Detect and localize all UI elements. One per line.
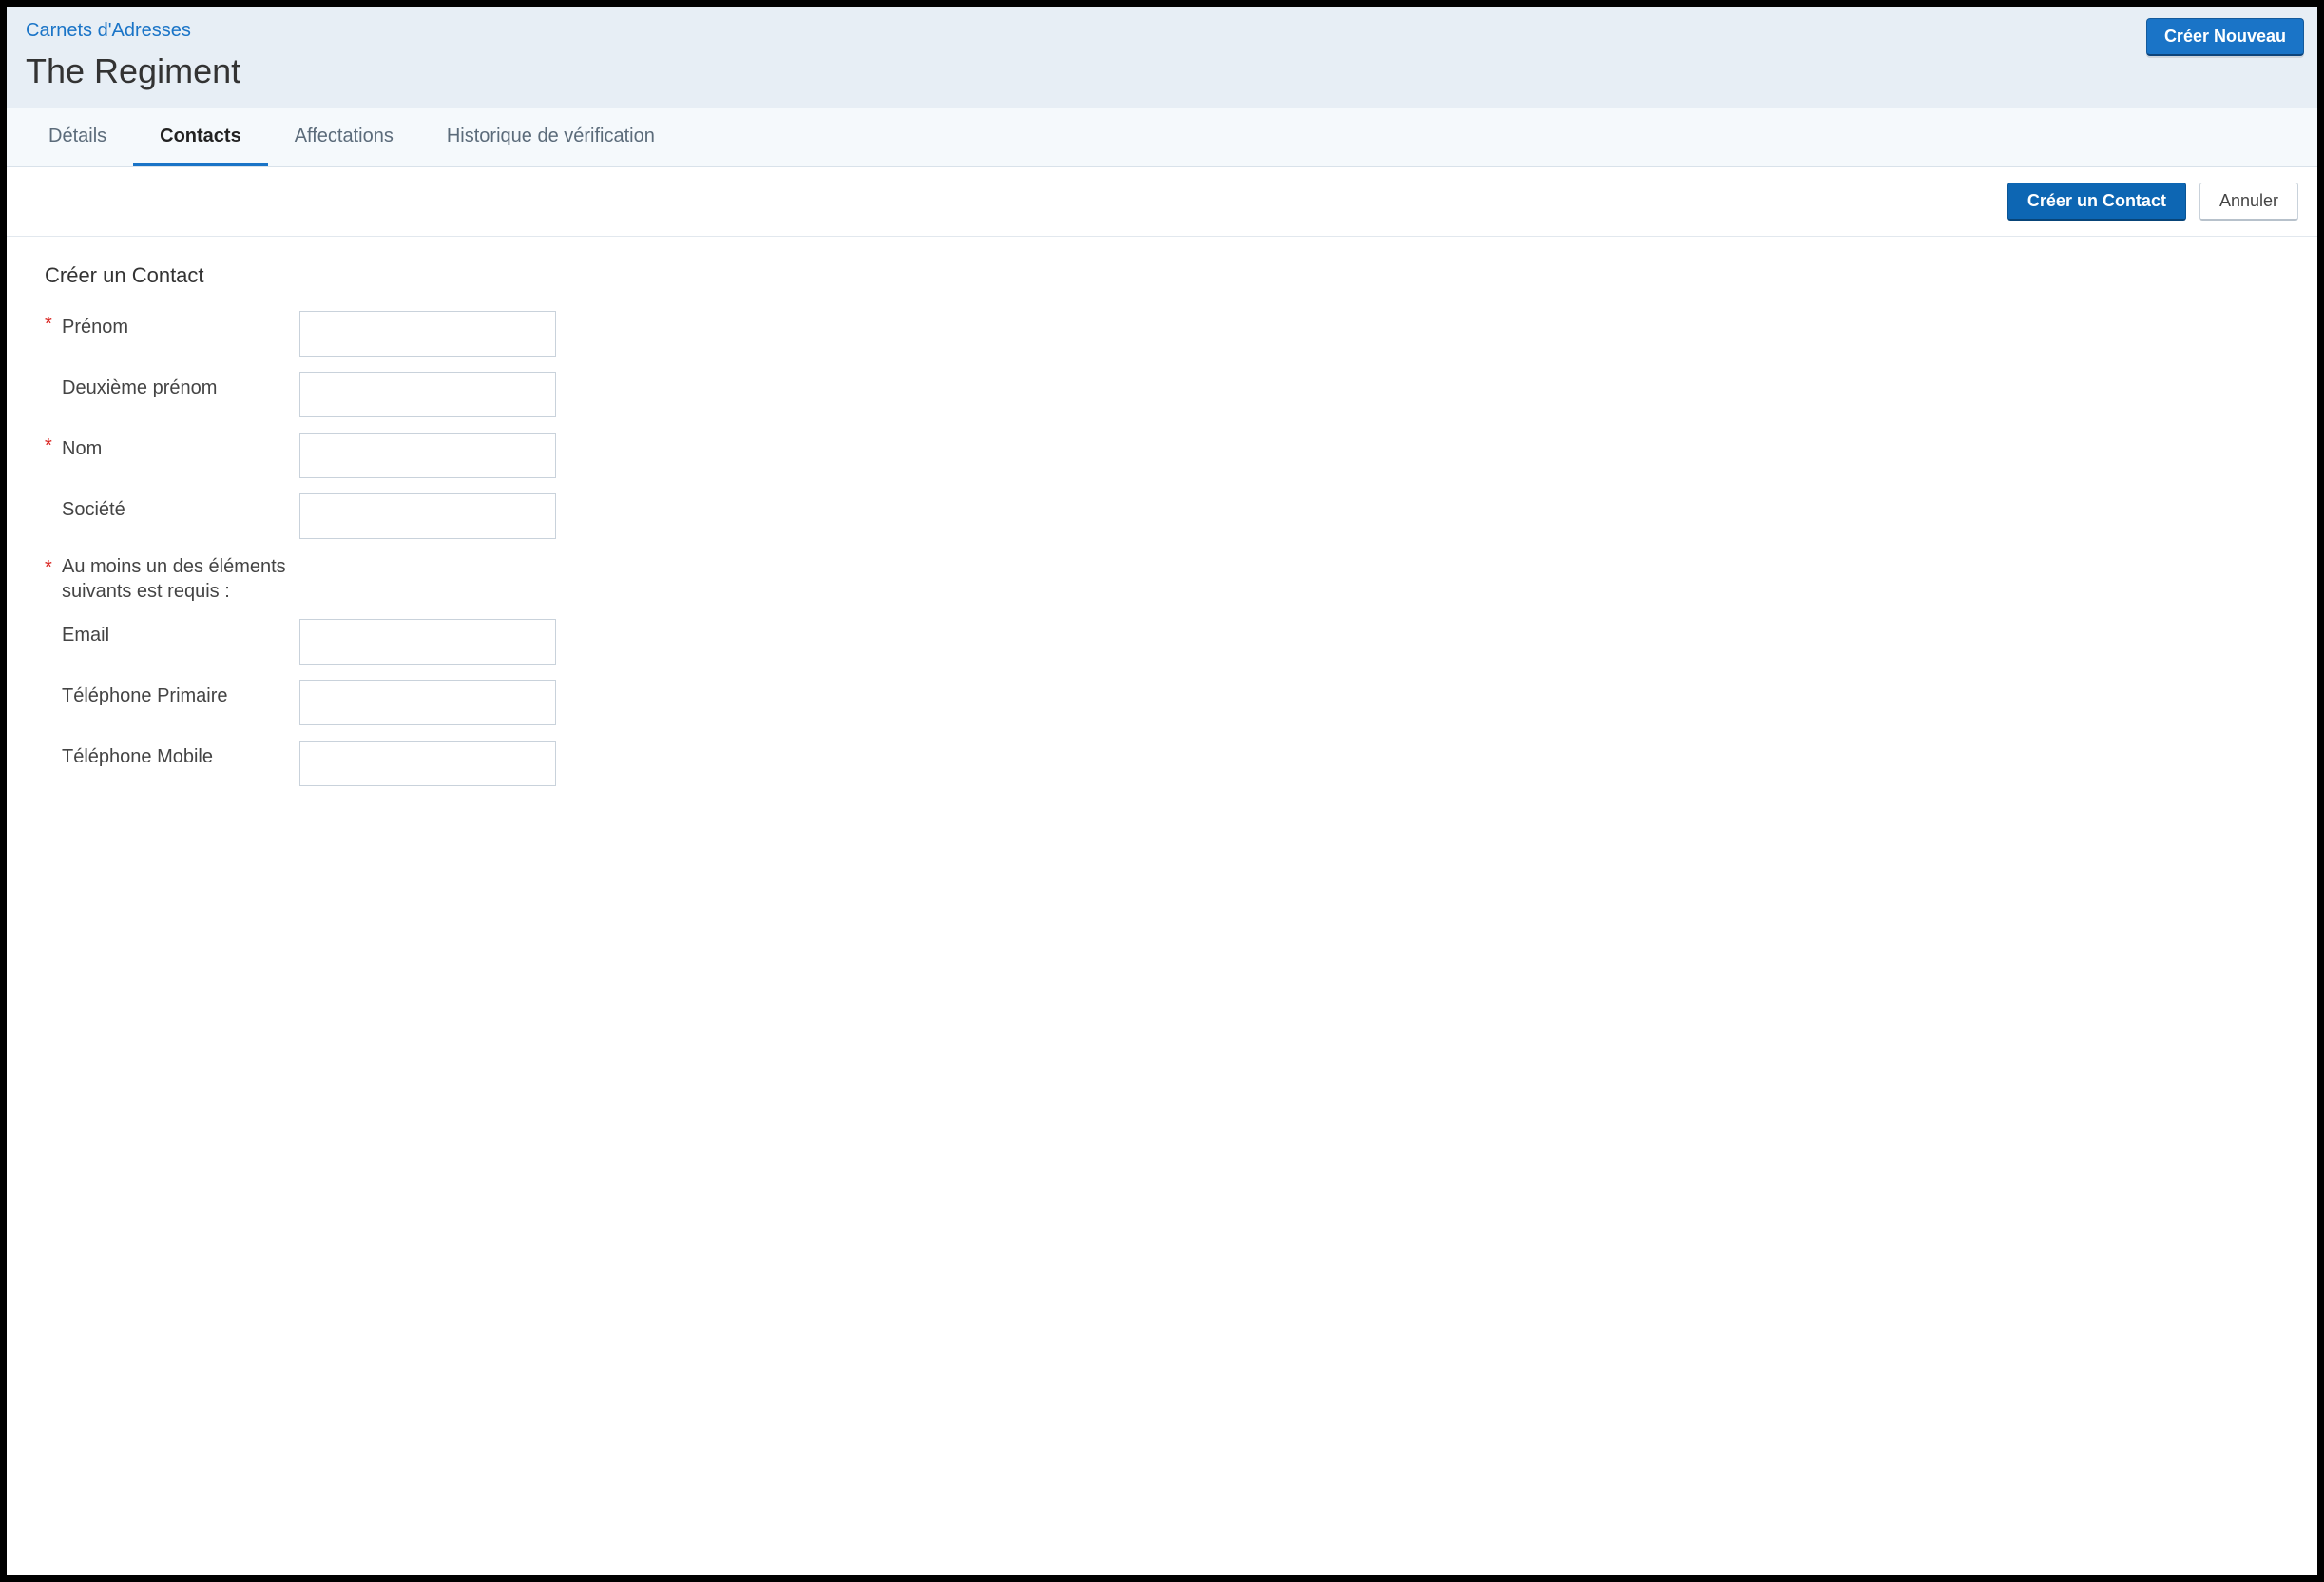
create-contact-button[interactable]: Créer un Contact (2007, 183, 2186, 221)
primary-phone-label: Téléphone Primaire (62, 680, 299, 708)
action-bar: Créer un Contact Annuler (7, 167, 2317, 237)
mobile-phone-input[interactable] (299, 741, 556, 786)
tabs-bar: Détails Contacts Affectations Historique… (7, 108, 2317, 167)
first-name-label: Prénom (62, 311, 299, 339)
primary-phone-input[interactable] (299, 680, 556, 725)
required-indicator: * (45, 433, 62, 459)
tab-contacts[interactable]: Contacts (133, 108, 268, 166)
last-name-input[interactable] (299, 433, 556, 478)
mobile-phone-label: Téléphone Mobile (62, 741, 299, 769)
last-name-label: Nom (62, 433, 299, 461)
cancel-button[interactable]: Annuler (2199, 183, 2298, 221)
form-heading: Créer un Contact (45, 263, 2279, 288)
first-name-input[interactable] (299, 311, 556, 357)
tab-assignments[interactable]: Affectations (268, 108, 420, 166)
required-indicator: * (45, 311, 62, 338)
create-new-button[interactable]: Créer Nouveau (2146, 18, 2304, 56)
create-contact-form: Créer un Contact * Prénom Deuxième préno… (7, 237, 2317, 839)
company-label: Société (62, 493, 299, 522)
middle-name-input[interactable] (299, 372, 556, 417)
company-input[interactable] (299, 493, 556, 539)
at-least-one-note: Au moins un des éléments suivants est re… (62, 554, 309, 604)
tab-details[interactable]: Détails (22, 108, 133, 166)
page-title: The Regiment (26, 51, 2298, 91)
middle-name-label: Deuxième prénom (62, 372, 299, 400)
email-input[interactable] (299, 619, 556, 665)
required-indicator: * (45, 554, 62, 581)
breadcrumb-address-books[interactable]: Carnets d'Adresses (26, 20, 191, 42)
page-header: Carnets d'Adresses The Regiment Créer No… (7, 7, 2317, 108)
email-label: Email (62, 619, 299, 647)
tab-verification-history[interactable]: Historique de vérification (420, 108, 682, 166)
